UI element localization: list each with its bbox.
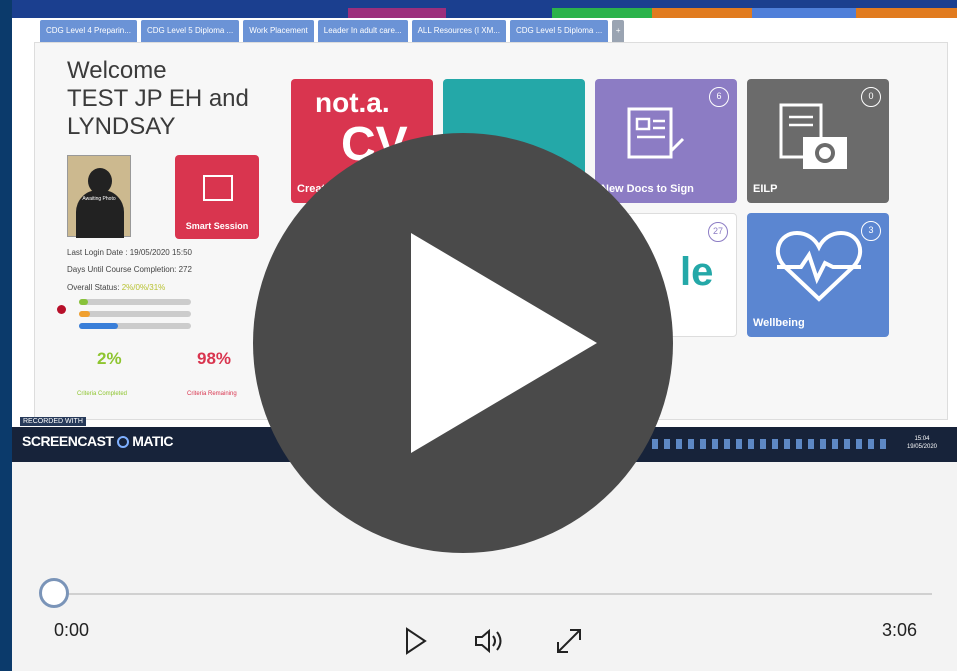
camera-document-icon: [779, 103, 847, 169]
welcome-heading: Welcome TEST JP EH and LYNDSAY: [67, 57, 267, 141]
progress-bar: [79, 323, 191, 329]
welcome-text: Welcome: [67, 57, 167, 84]
volume-icon: [475, 628, 502, 654]
completed-percent: 2%: [97, 349, 122, 368]
wellbeing-caption: Wellbeing: [753, 317, 805, 329]
seek-bar[interactable]: [52, 593, 932, 595]
recorded-with-label: RECORDED WITH: [20, 417, 86, 426]
fullscreen-button[interactable]: [552, 624, 586, 658]
smart-session-button[interactable]: Smart Session: [175, 155, 259, 239]
browser-top-bar: [12, 0, 957, 18]
last-login: Last Login Date : 19/05/2020 15:50: [67, 248, 192, 257]
video-player: CDG Level 4 Preparin... CDG Level 5 Dipl…: [12, 0, 957, 671]
browser-tab[interactable]: Leader In adult care...: [317, 20, 408, 42]
user-name: TEST JP EH and LYNDSAY: [67, 85, 249, 140]
monitor-icon: [203, 175, 233, 201]
screencast-brand-text: SCREENCAST: [22, 433, 114, 449]
browser-tab[interactable]: ALL Resources (I XM...: [411, 20, 506, 42]
days-until-completion: Days Until Course Completion: 272: [67, 265, 192, 274]
volume-button[interactable]: [472, 624, 506, 658]
overall-status-value: 2%/0%/31%: [121, 283, 166, 292]
avatar-caption: Awaiting Photo: [82, 196, 116, 202]
duration: 3:06: [882, 620, 918, 640]
heartbeat-icon: [775, 230, 863, 302]
play-button[interactable]: [398, 624, 432, 658]
remaining-percent: 98%: [197, 349, 232, 368]
progress-bar: [79, 311, 191, 317]
overall-status: Overall Status: 2%/0%/31%: [67, 283, 165, 292]
browser-tab[interactable]: CDG Level 4 Preparin...: [40, 20, 137, 42]
learning-count: 27: [708, 222, 728, 242]
play-overlay-button[interactable]: [253, 133, 673, 553]
completed-label: Criteria Completed: [77, 391, 128, 397]
screencast-brand: SCREENCAST MATIC: [22, 433, 174, 449]
play-icon: [411, 233, 597, 453]
avatar: Awaiting Photo: [67, 155, 131, 238]
record-circle-icon: [116, 436, 129, 449]
screencast-brand-suffix: MATIC: [132, 433, 174, 449]
tile-eilp[interactable]: 0 EILP: [747, 79, 889, 203]
eilp-caption: EILP: [753, 183, 778, 195]
tile-wellbeing[interactable]: 3 Wellbeing: [747, 213, 889, 337]
status-dot: [57, 305, 66, 314]
overall-status-label: Overall Status:: [67, 283, 120, 292]
notacv-logo: not.a.: [315, 87, 390, 118]
seek-handle[interactable]: [39, 578, 69, 608]
new-tab-button[interactable]: +: [612, 20, 625, 42]
smart-session-label: Smart Session: [185, 221, 249, 231]
expand-icon: [557, 629, 581, 653]
new-docs-count: 6: [709, 87, 729, 107]
browser-tab[interactable]: Work Placement: [243, 20, 314, 42]
play-control-icon: [406, 627, 427, 655]
learning-logo: le: [680, 250, 714, 294]
browser-tabs: CDG Level 4 Preparin... CDG Level 5 Dipl…: [40, 20, 625, 42]
progress-bar: [79, 299, 191, 305]
eilp-count: 0: [861, 87, 881, 107]
system-tray-icons[interactable]: [652, 439, 892, 449]
clock-date: 19/05/2020: [906, 444, 937, 450]
remaining-label: Criteria Remaining: [187, 391, 237, 397]
browser-tab[interactable]: CDG Level 5 Diploma ...: [140, 20, 240, 42]
clock-time: 15:04: [914, 436, 930, 442]
taskbar-clock[interactable]: 15:04 19/05/2020: [907, 435, 937, 451]
current-time: 0:00: [54, 620, 90, 640]
browser-tab[interactable]: CDG Level 5 Diploma ...: [509, 20, 609, 42]
